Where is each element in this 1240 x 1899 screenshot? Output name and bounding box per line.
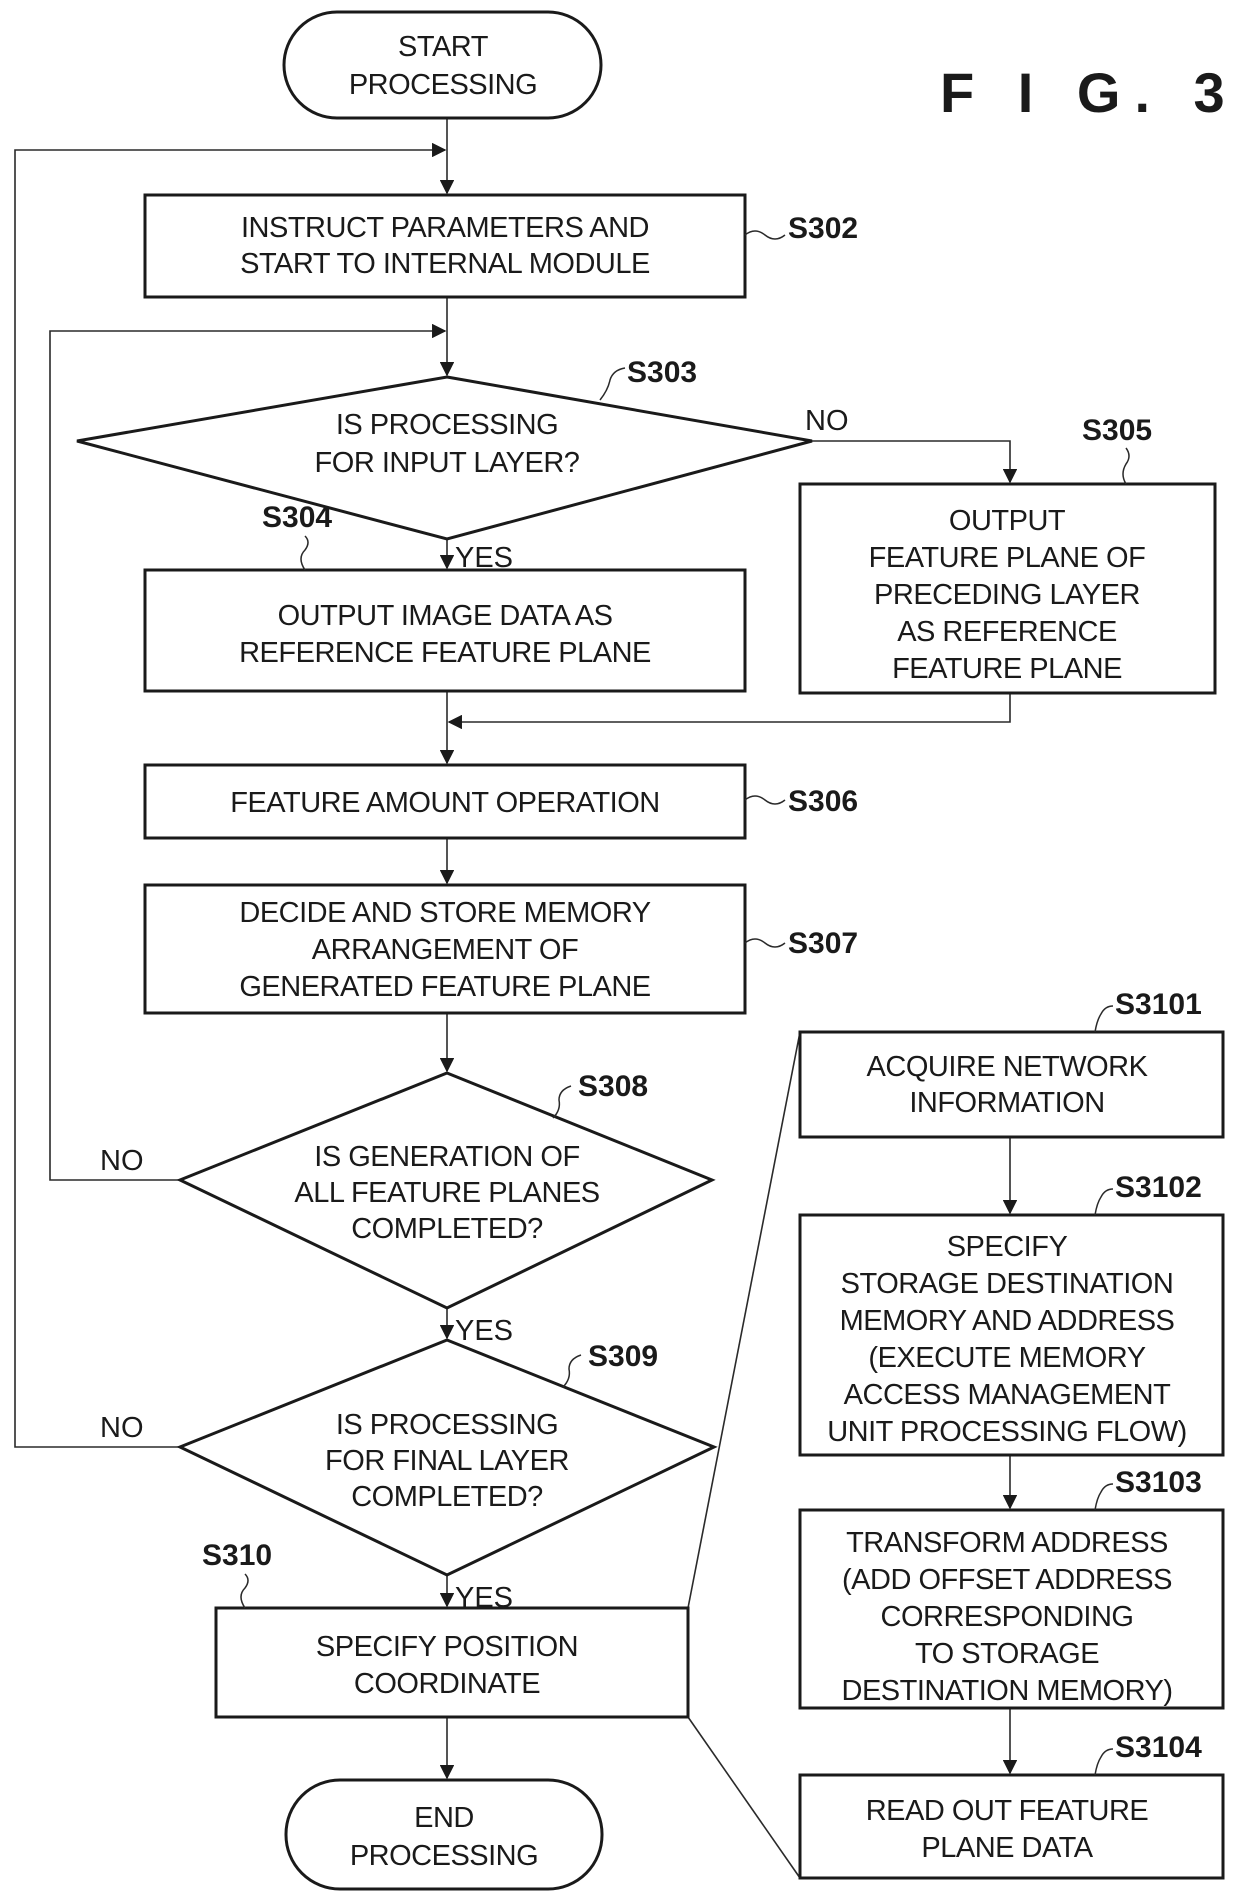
s304-label: S304 [262,501,332,534]
s3104-label: S3104 [1115,1731,1202,1764]
s309-label: S309 [588,1340,658,1373]
s307-label: S307 [788,927,858,960]
step-s3104: READ OUT FEATURE PLANE DATA S3104 [798,1731,1225,1880]
flowchart: F I G. 3 START PROCESSING INSTRUCT PARAM… [14,10,1239,1891]
step-s3102: SPECIFY STORAGE DESTINATION MEMORY AND A… [798,1171,1225,1457]
s302-text-2: START TO INTERNAL MODULE [240,248,650,280]
s307-text-2: ARRANGEMENT OF [312,934,578,966]
s305-text-5: FEATURE PLANE [892,653,1122,685]
s303-leader [599,367,626,401]
s308-label: S308 [578,1070,648,1103]
s310-label: S310 [202,1539,272,1572]
s3101-leader [1094,1005,1114,1033]
end-oval [284,1778,604,1891]
s3104-text-1: READ OUT FEATURE [866,1795,1149,1827]
s309-text-2: FOR FINAL LAYER [325,1445,569,1477]
s3104-text-2: PLANE DATA [921,1832,1093,1864]
s306-text-1: FEATURE AMOUNT OPERATION [230,787,660,819]
s3103-leader [1094,1483,1114,1511]
s303-text-1: IS PROCESSING [336,409,558,441]
s309-text-1: IS PROCESSING [336,1409,558,1441]
s308-no-label: NO [100,1145,144,1177]
s3102-label: S3102 [1115,1171,1202,1204]
arrow-s305-merge [447,693,1011,730]
s305-text-4: AS REFERENCE [897,616,1117,648]
s303-label: S303 [627,356,697,389]
s302-label: S302 [788,212,858,245]
s304-text-2: REFERENCE FEATURE PLANE [239,637,651,669]
s310-leader [240,1573,249,1609]
arrow-s303-no [812,440,1018,484]
start-terminal: START PROCESSING [282,10,603,120]
s308-leader [552,1085,572,1119]
s3102-leader [1094,1188,1114,1216]
start-oval [282,10,603,120]
s305-text-3: PRECEDING LAYER [874,579,1140,611]
end-text-1: END [414,1802,474,1834]
s302-box [143,193,747,299]
s310-text-1: SPECIFY POSITION [316,1631,578,1663]
end-terminal: END PROCESSING [284,1778,604,1891]
s3102-text-4: (EXECUTE MEMORY [868,1342,1145,1374]
s3103-text-2: (ADD OFFSET ADDRESS [842,1564,1172,1596]
s302-leader [744,230,786,240]
s3102-text-5: ACCESS MANAGEMENT [844,1379,1171,1411]
decision-s303: IS PROCESSING FOR INPUT LAYER? S303 NO Y… [76,356,849,574]
decision-s308: IS GENERATION OF ALL FEATURE PLANES COMP… [100,1070,716,1347]
detail-line-bottom [687,1716,801,1879]
s303-text-2: FOR INPUT LAYER? [315,447,580,479]
detail-line-top [687,1031,801,1609]
s303-no-label: NO [805,405,849,437]
s3103-text-3: CORRESPONDING [881,1601,1134,1633]
s3101-text-1: ACQUIRE NETWORK [867,1051,1149,1083]
s305-label: S305 [1082,414,1152,447]
s302-text-1: INSTRUCT PARAMETERS AND [241,212,649,244]
s309-leader [562,1354,582,1388]
s304-leader [300,535,309,571]
s305-text-1: OUTPUT [949,505,1066,537]
s3103-text-5: DESTINATION MEMORY) [842,1675,1173,1707]
decision-s309: IS PROCESSING FOR FINAL LAYER COMPLETED?… [100,1338,718,1614]
figure-label: F I G. 3 [940,61,1239,124]
start-text-2: PROCESSING [349,69,537,101]
s3101-label: S3101 [1115,988,1202,1021]
s3103-text-1: TRANSFORM ADDRESS [846,1527,1168,1559]
s306-leader [744,795,786,805]
s3103-label: S3103 [1115,1466,1202,1499]
s3101-box [798,1030,1225,1139]
s309-no-label: NO [100,1412,144,1444]
s305-text-2: FEATURE PLANE OF [869,542,1146,574]
step-s306: FEATURE AMOUNT OPERATION S306 [143,763,858,840]
s3101-text-2: INFORMATION [909,1087,1104,1119]
s307-text-3: GENERATED FEATURE PLANE [239,971,650,1003]
s310-text-2: COORDINATE [354,1668,540,1700]
start-text-1: START [398,31,489,63]
s307-text-1: DECIDE AND STORE MEMORY [239,897,650,929]
s3102-text-6: UNIT PROCESSING FLOW) [827,1416,1187,1448]
s3102-text-2: STORAGE DESTINATION [841,1268,1174,1300]
s306-label: S306 [788,785,858,818]
step-s305: OUTPUT FEATURE PLANE OF PRECEDING LAYER … [798,414,1217,695]
step-s307: DECIDE AND STORE MEMORY ARRANGEMENT OF G… [143,883,858,1015]
step-s302: INSTRUCT PARAMETERS AND START TO INTERNA… [143,193,858,299]
s304-text-1: OUTPUT IMAGE DATA AS [278,600,613,632]
step-s3103: TRANSFORM ADDRESS (ADD OFFSET ADDRESS CO… [798,1466,1225,1710]
step-s3101: ACQUIRE NETWORK INFORMATION S3101 [798,988,1225,1139]
s3102-text-1: SPECIFY [947,1231,1068,1263]
s309-text-3: COMPLETED? [351,1481,543,1513]
s308-text-1: IS GENERATION OF [314,1141,579,1173]
s3104-leader [1094,1748,1114,1776]
s308-text-2: ALL FEATURE PLANES [294,1177,599,1209]
end-text-2: PROCESSING [350,1840,538,1872]
s3103-text-4: TO STORAGE [915,1638,1099,1670]
s3102-text-3: MEMORY AND ADDRESS [840,1305,1175,1337]
s308-yes-label: YES [455,1315,513,1347]
s305-leader [1122,447,1130,485]
s308-text-3: COMPLETED? [351,1213,543,1245]
s307-leader [744,938,786,948]
